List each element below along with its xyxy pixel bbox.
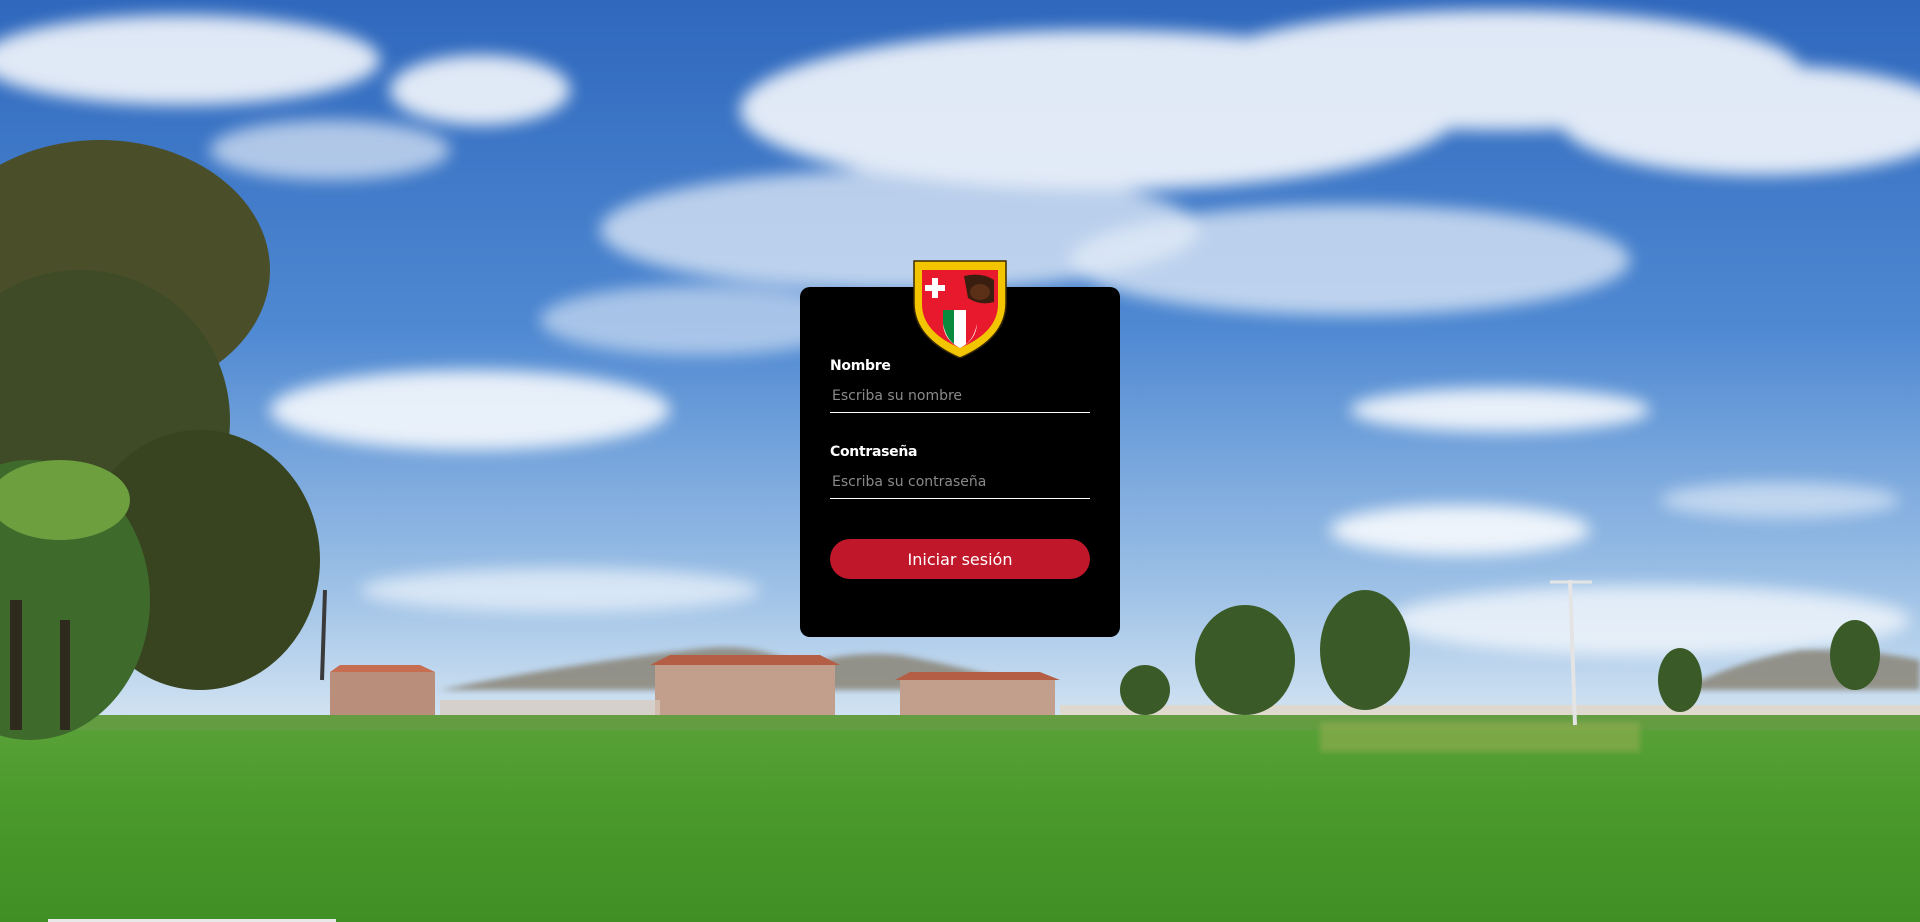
login-card: Nombre Contraseña Iniciar sesión — [800, 260, 1120, 637]
password-group: Contraseña — [830, 443, 1090, 499]
login-button[interactable]: Iniciar sesión — [830, 539, 1090, 579]
username-group: Nombre — [830, 357, 1090, 413]
shield-emblem-icon — [913, 260, 1007, 359]
username-input[interactable] — [830, 379, 1090, 413]
association-logo — [910, 258, 1010, 359]
password-input[interactable] — [830, 465, 1090, 499]
username-label: Nombre — [830, 358, 891, 374]
password-label: Contraseña — [830, 444, 918, 460]
